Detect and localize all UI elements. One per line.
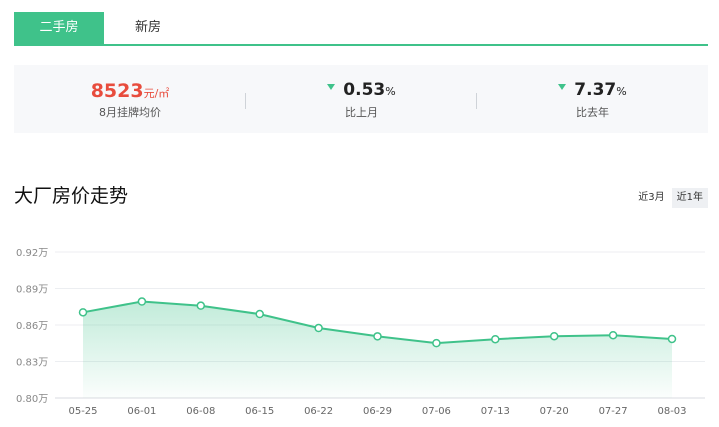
down-triangle-icon: [558, 84, 567, 90]
y-tick-label: 0.83万: [16, 358, 48, 369]
x-tick-label: 07-06: [422, 406, 451, 417]
data-point: [137, 297, 147, 306]
y-tick-label: 0.92万: [16, 248, 48, 259]
x-tick-label: 06-08: [186, 406, 215, 417]
year-change-value: 7.37: [574, 80, 617, 100]
x-tick-label: 06-29: [363, 406, 392, 417]
stat-average-price: 8523元/㎡ 8月挂牌均价: [14, 65, 246, 133]
range-3-months-button[interactable]: 近3月: [633, 188, 669, 208]
average-price-value: 8523: [90, 80, 144, 102]
year-change-unit: %: [616, 85, 627, 98]
x-tick-label: 06-01: [127, 406, 156, 417]
x-tick-label: 08-03: [657, 406, 686, 417]
y-tick-label: 0.80万: [16, 394, 48, 405]
data-point: [491, 334, 500, 344]
stat-year-change: 7.37% 比去年: [477, 65, 708, 133]
data-point: [196, 301, 206, 310]
month-change-label: 比上月: [345, 106, 378, 119]
section-title: 大厂房价走势: [14, 185, 129, 207]
average-price-label: 8月挂牌均价: [99, 106, 161, 119]
tab-second-hand[interactable]: 二手房: [14, 12, 104, 44]
down-triangle-icon: [327, 84, 336, 90]
x-tick-label: 06-22: [304, 406, 333, 417]
series-area: [83, 301, 672, 398]
data-point: [78, 308, 88, 317]
stat-month-change: 0.53% 比上月: [246, 65, 477, 133]
housing-type-tabs: 二手房 新房: [14, 12, 708, 46]
y-tick-label: 0.89万: [16, 285, 48, 296]
average-price-unit: 元/㎡: [143, 87, 170, 100]
data-point: [373, 332, 382, 341]
data-point: [255, 309, 264, 319]
price-trend-chart: 0.80万 0.83万 0.86万 0.89万 0.92万 05-25 06-01 06-08…: [16, 248, 705, 417]
x-tick-label: 05-25: [68, 406, 97, 417]
month-change-unit: %: [385, 85, 396, 98]
x-tick-label: 07-20: [540, 406, 569, 417]
range-switch: 近3月 近1年: [631, 185, 708, 208]
tab-new-house[interactable]: 新房: [118, 12, 178, 44]
x-tick-label: 07-13: [481, 406, 510, 417]
data-point: [549, 331, 559, 341]
range-1-year-button[interactable]: 近1年: [671, 188, 708, 208]
x-tick-label: 06-15: [245, 406, 274, 417]
price-stats-card: 8523元/㎡ 8月挂牌均价 0.53% 比上月 7.37% 比去年: [14, 65, 708, 133]
data-point: [432, 338, 441, 348]
data-point: [667, 334, 677, 344]
x-tick-label: 07-27: [599, 406, 628, 417]
data-point: [314, 323, 323, 333]
year-change-label: 比去年: [576, 106, 609, 119]
data-point: [608, 330, 618, 340]
y-tick-label: 0.86万: [16, 321, 48, 332]
month-change-value: 0.53: [343, 80, 386, 100]
